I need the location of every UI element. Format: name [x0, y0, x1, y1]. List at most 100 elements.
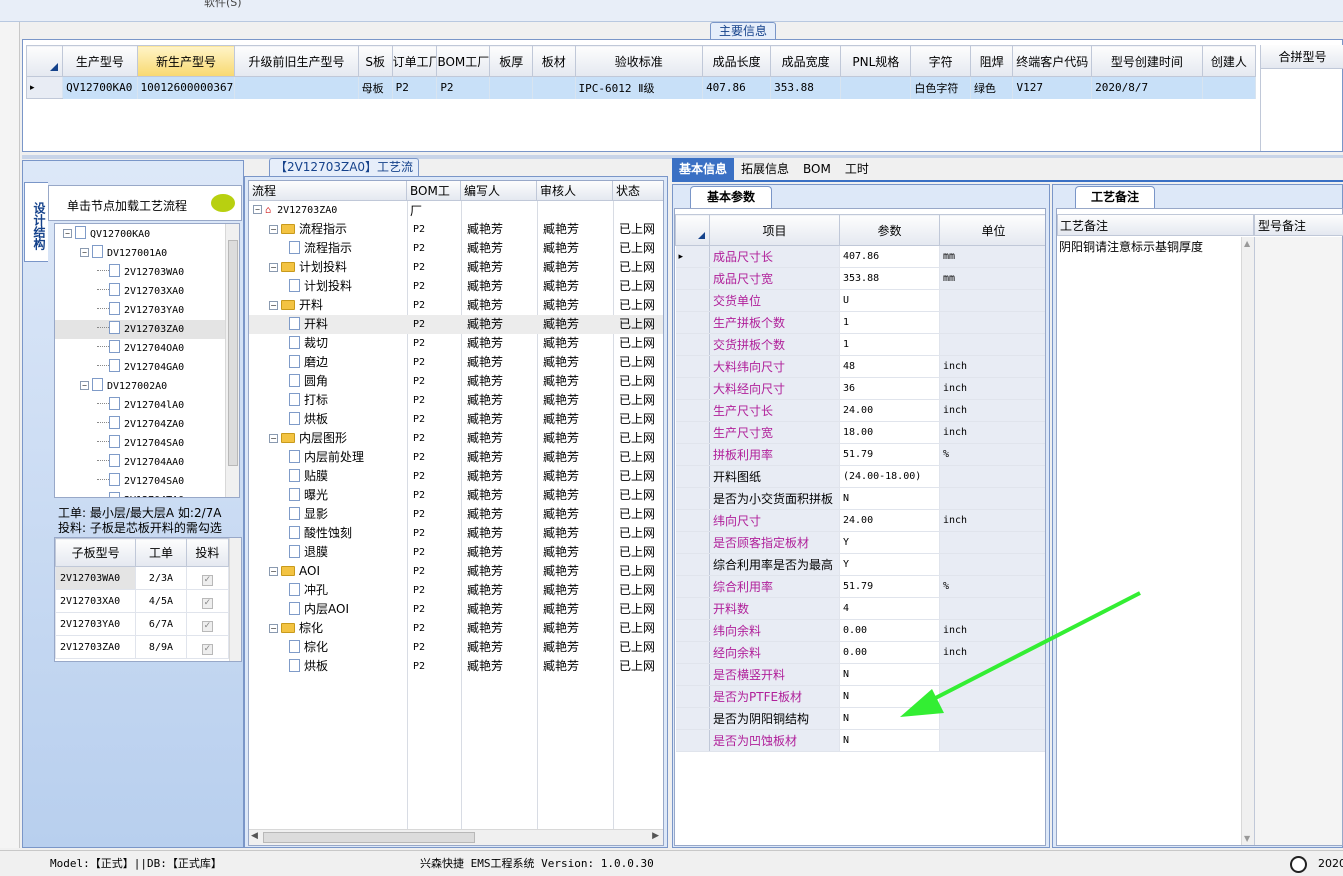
process-row[interactable]: 内层AOI P2 臧艳芳 臧艳芳 已上网 — [249, 600, 663, 619]
param-row[interactable]: 是否为小交货面积拼板 N — [675, 487, 1045, 510]
process-row[interactable]: 打标 P2 臧艳芳 臧艳芳 已上网 — [249, 391, 663, 410]
main-cell[interactable]: P2 — [392, 76, 438, 99]
tab-0[interactable]: 基本信息 — [672, 158, 735, 180]
feeding-checkbox[interactable]: ✓ — [185, 635, 230, 659]
main-cell[interactable]: 10012600000367 — [137, 76, 236, 99]
process-row[interactable]: 棕化 P2 臧艳芳 臧艳芳 已上网 — [249, 638, 663, 657]
main-cell[interactable] — [532, 76, 576, 99]
process-row[interactable]: 圆角 P2 臧艳芳 臧艳芳 已上网 — [249, 372, 663, 391]
collapse-icon[interactable]: − — [63, 229, 72, 238]
process-row[interactable]: − 棕化 P2 臧艳芳 臧艳芳 已上网 — [249, 619, 663, 638]
collapse-icon[interactable]: − — [253, 205, 262, 214]
main-col-header[interactable]: 终端客户代码 — [1012, 45, 1093, 77]
param-value[interactable]: 353.88 — [839, 267, 940, 290]
param-value[interactable]: 1 — [839, 333, 940, 356]
main-cell[interactable] — [840, 76, 912, 99]
basic-params-tab[interactable]: 基本参数 — [690, 186, 772, 208]
tree-node[interactable]: − DV127002A0 — [55, 377, 239, 396]
param-row[interactable]: 大料经向尺寸 36 inch — [675, 377, 1045, 400]
process-row[interactable]: 酸性蚀刻 P2 臧艳芳 臧艳芳 已上网 — [249, 524, 663, 543]
design-structure-tab[interactable]: 设计结构 — [24, 182, 48, 262]
param-row[interactable]: 成品尺寸宽 353.88 mm — [675, 267, 1045, 290]
param-value[interactable]: 51.79 — [839, 443, 940, 466]
collapse-icon[interactable]: − — [80, 381, 89, 390]
process-row[interactable]: 退膜 P2 臧艳芳 臧艳芳 已上网 — [249, 543, 663, 562]
main-col-header[interactable]: 验收标准 — [574, 45, 704, 77]
param-row[interactable]: 交货单位 U — [675, 289, 1045, 312]
process-row[interactable]: − 开料 P2 臧艳芳 臧艳芳 已上网 — [249, 296, 663, 315]
main-cell[interactable]: 407.86 — [702, 76, 772, 99]
tree-node[interactable]: 2V12704GA0 — [55, 358, 239, 377]
main-cell[interactable]: 母板 — [358, 76, 393, 99]
tree-node[interactable]: 2V12704SA0 — [55, 434, 239, 453]
main-cell[interactable]: QV12700KA0 — [62, 76, 138, 99]
collapse-icon[interactable]: − — [269, 567, 278, 576]
process-hscrollbar[interactable]: ◀ ▶ — [249, 829, 663, 845]
main-cell[interactable]: IPC-6012 Ⅱ级 — [575, 76, 704, 99]
main-cell[interactable]: P2 — [436, 76, 491, 99]
sub-col-header[interactable]: 工单 — [135, 538, 187, 567]
process-row[interactable]: 内层前处理 P2 臧艳芳 臧艳芳 已上网 — [249, 448, 663, 467]
collapse-icon[interactable]: − — [269, 434, 278, 443]
main-col-header[interactable]: 生产型号 — [62, 45, 138, 77]
param-value[interactable]: N — [839, 487, 940, 510]
tree-node[interactable]: − DV127001A0 — [55, 244, 239, 263]
main-col-header[interactable]: 新生产型号 — [136, 45, 236, 77]
process-row[interactable]: 磨边 P2 臧艳芳 臧艳芳 已上网 — [249, 353, 663, 372]
main-col-header[interactable]: 成品长度 — [702, 45, 772, 77]
main-cell[interactable] — [489, 76, 533, 99]
main-col-header[interactable]: 型号创建时间 — [1091, 45, 1203, 77]
collapse-icon[interactable]: − — [269, 263, 278, 272]
notes-tab[interactable]: 工艺备注 — [1075, 186, 1155, 208]
feeding-checkbox[interactable]: ✓ — [185, 612, 230, 636]
param-col-header[interactable]: 单位 — [939, 214, 1045, 246]
feeding-checkbox[interactable]: ✓ — [185, 589, 230, 613]
main-col-header[interactable]: 升级前旧生产型号 — [234, 45, 359, 77]
process-row[interactable]: 裁切 P2 臧艳芳 臧艳芳 已上网 — [249, 334, 663, 353]
process-row[interactable]: 烘板 P2 臧艳芳 臧艳芳 已上网 — [249, 410, 663, 429]
process-root-node[interactable]: − ⌂ 2V12703ZA0 — [249, 201, 663, 220]
process-col-header[interactable]: 状态 — [613, 181, 663, 201]
main-cell[interactable] — [1202, 76, 1257, 99]
param-row[interactable]: 纬向尺寸 24.00 inch — [675, 509, 1045, 532]
table-row[interactable]: 2V12703YA0 6/7A ✓ — [55, 612, 230, 636]
tree-node[interactable]: 2V12704SA0 — [55, 472, 239, 491]
tab-2[interactable]: BOM — [796, 158, 838, 180]
feeding-checkbox[interactable]: ✓ — [185, 566, 230, 590]
tree-node[interactable]: 2V12704ZA0 — [55, 415, 239, 434]
param-value[interactable]: 24.00 — [839, 509, 940, 532]
param-value[interactable]: 1 — [839, 311, 940, 334]
param-row[interactable]: 交货拼板个数 1 — [675, 333, 1045, 356]
process-row[interactable]: 烘板 P2 臧艳芳 臧艳芳 已上网 — [249, 657, 663, 676]
param-row[interactable]: 综合利用率是否为最高 Y — [675, 553, 1045, 576]
process-col-header[interactable]: 编写人 — [461, 181, 537, 201]
main-col-header[interactable]: 字符 — [910, 45, 971, 77]
tree-node[interactable]: 2V12703XA0 — [55, 282, 239, 301]
process-col-header[interactable]: 审核人 — [537, 181, 613, 201]
collapse-icon[interactable]: − — [269, 225, 278, 234]
param-row[interactable]: 开料图纸 (24.00-18.00) — [675, 465, 1045, 488]
param-row[interactable]: 是否为凹蚀板材 N — [675, 729, 1045, 752]
collapse-icon[interactable]: − — [269, 301, 278, 310]
process-row[interactable]: − AOI P2 臧艳芳 臧艳芳 已上网 — [249, 562, 663, 581]
param-value[interactable]: 48 — [839, 355, 940, 378]
table-row[interactable]: 2V12703WA0 2/3A ✓ — [55, 566, 230, 590]
process-row[interactable]: 冲孔 P2 臧艳芳 臧艳芳 已上网 — [249, 581, 663, 600]
param-row[interactable]: 生产拼板个数 1 — [675, 311, 1045, 334]
tree-node[interactable]: 2V12704OA0 — [55, 339, 239, 358]
param-value[interactable]: 18.00 — [839, 421, 940, 444]
process-col-header[interactable]: BOM工厂 — [407, 181, 461, 218]
tab-1[interactable]: 拓展信息 — [734, 158, 796, 180]
tab-3[interactable]: 工时 — [838, 158, 876, 180]
param-value[interactable]: Y — [839, 553, 940, 576]
param-value[interactable]: N — [839, 729, 940, 752]
process-row[interactable]: 计划投料 P2 臧艳芳 臧艳芳 已上网 — [249, 277, 663, 296]
param-value[interactable]: (24.00-18.00) — [839, 465, 940, 488]
process-note-text[interactable]: 阴阳铜请注意标示基铜厚度 — [1059, 238, 1239, 255]
tree-node[interactable]: 2V12704TA0 — [55, 491, 239, 497]
main-cell[interactable]: 绿色 — [970, 76, 1014, 99]
param-row[interactable]: 大料纬向尺寸 48 inch — [675, 355, 1045, 378]
collapse-icon[interactable]: − — [269, 624, 278, 633]
process-row[interactable]: − 计划投料 P2 臧艳芳 臧艳芳 已上网 — [249, 258, 663, 277]
sub-col-header[interactable]: 投料 — [185, 538, 230, 567]
